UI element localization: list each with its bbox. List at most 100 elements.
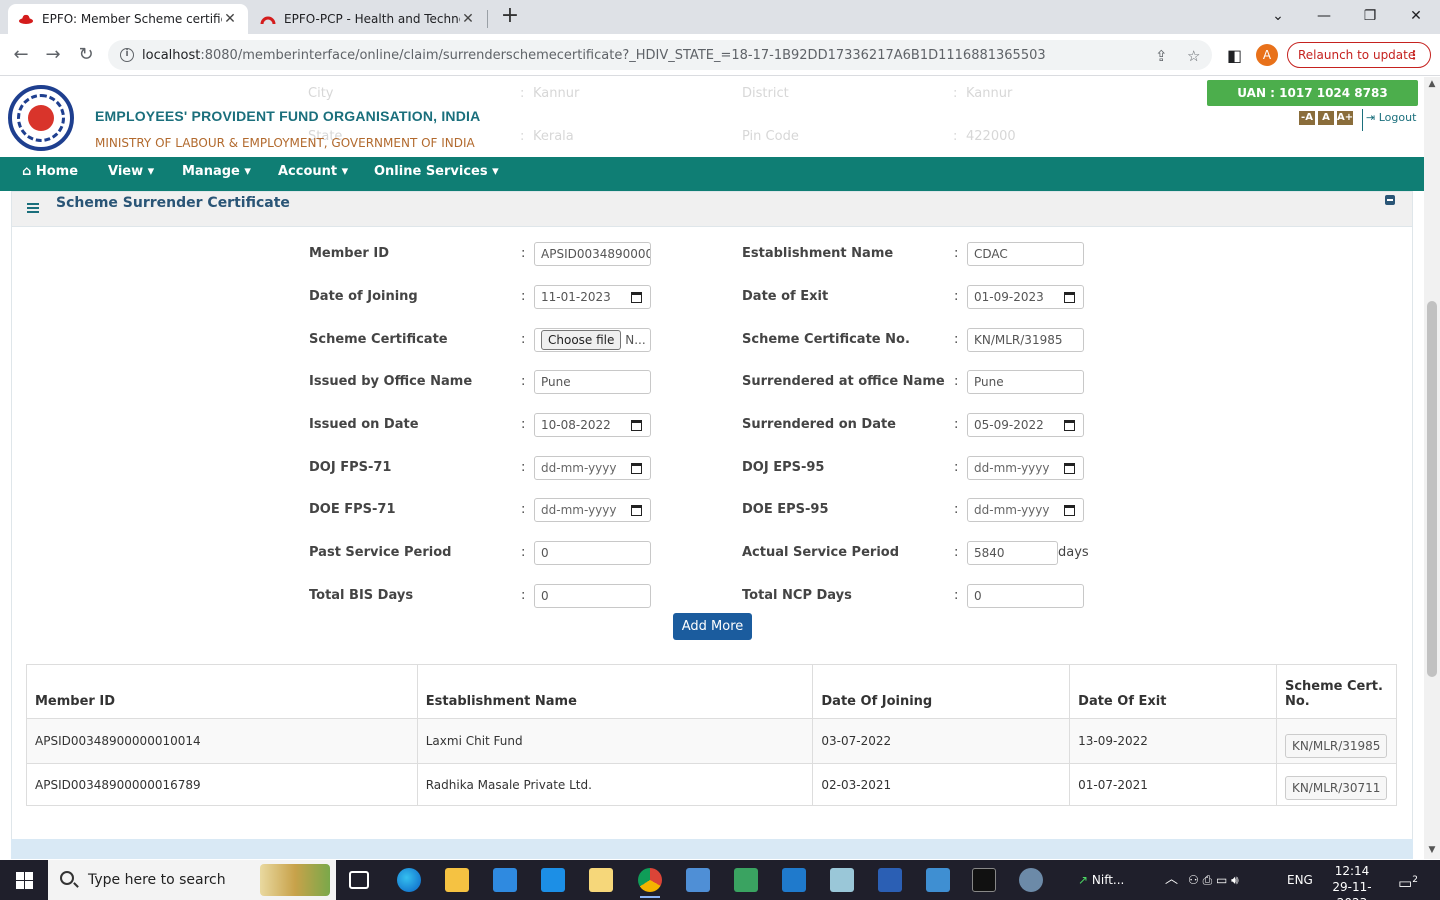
actual-service-input[interactable]: 5840: [967, 541, 1058, 565]
new-tab-icon[interactable]: +: [498, 4, 522, 30]
reload-icon[interactable]: ↻: [73, 42, 99, 68]
mail-icon[interactable]: [541, 868, 565, 892]
edge-icon[interactable]: [397, 868, 421, 892]
doe-fps-date-input[interactable]: dd-mm-yyyy: [534, 498, 651, 522]
cell-establishment: Laxmi Chit Fund: [416, 718, 814, 764]
scheme-certificate-file-input[interactable]: Choose file N...: [534, 328, 651, 352]
scheme-cert-no-field[interactable]: KN/MLR/31985: [1284, 734, 1388, 758]
bis-days-input[interactable]: 0: [534, 584, 651, 608]
logout-link[interactable]: ⇥ Logout: [1366, 111, 1416, 124]
word-icon[interactable]: [878, 868, 902, 892]
scrollbar-thumb[interactable]: [1427, 301, 1437, 677]
nav-manage[interactable]: Manage ▾: [182, 157, 251, 191]
sticky-folder-icon[interactable]: [589, 868, 613, 892]
tray-icons[interactable]: ⚇ ⎙ ▭ 🔊︎: [1188, 860, 1239, 900]
page-scrollbar[interactable]: ▲ ▼: [1424, 77, 1440, 859]
taskbar-search[interactable]: Type here to search: [48, 860, 336, 900]
file-explorer-icon[interactable]: [445, 868, 469, 892]
establishment-name-input[interactable]: CDAC: [967, 242, 1084, 266]
nav-online-services[interactable]: Online Services ▾: [374, 157, 499, 191]
issued-office-input[interactable]: Pune: [534, 370, 651, 394]
notifications-icon[interactable]: ▭2: [1398, 860, 1418, 900]
calendar-icon[interactable]: [1064, 463, 1075, 474]
doe-eps-date-input[interactable]: dd-mm-yyyy: [967, 498, 1084, 522]
surrendered-date-input[interactable]: 05-09-2022: [967, 413, 1084, 437]
vscode-icon[interactable]: [782, 868, 806, 892]
surrendered-office-input[interactable]: Pune: [967, 370, 1084, 394]
terminal-icon[interactable]: [972, 868, 996, 892]
doj-eps-date-input[interactable]: dd-mm-yyyy: [967, 456, 1084, 480]
doj-fps-date-input[interactable]: dd-mm-yyyy: [534, 456, 651, 480]
scroll-down-icon[interactable]: ▼: [1424, 845, 1440, 855]
windows-start-icon[interactable]: [0, 860, 48, 900]
tab-epfo-member[interactable]: EPFO: Member Scheme certificat ✕: [8, 4, 248, 34]
close-tab-icon[interactable]: ✕: [460, 11, 476, 27]
panel-header: Scheme Surrender Certificate: [12, 192, 1412, 227]
calendar-icon[interactable]: [631, 420, 642, 431]
colon: :: [954, 460, 959, 475]
minimize-icon[interactable]: —: [1302, 4, 1346, 28]
calendar-icon[interactable]: [631, 463, 642, 474]
calendar-icon[interactable]: [631, 505, 642, 516]
stock-widget[interactable]: ↗ Nift...: [1078, 860, 1124, 900]
table-row: APSID00348900000010014 Laxmi Chit Fund 0…: [26, 718, 1398, 764]
tab-epfo-pcp[interactable]: EPFO-PCP - Health and Technolo ✕: [250, 4, 486, 34]
doe-date-input[interactable]: 01-09-2023: [967, 285, 1084, 309]
calendar-icon[interactable]: [631, 292, 642, 303]
bookmark-star-icon[interactable]: ☆: [1187, 47, 1200, 65]
cube-app-icon[interactable]: [686, 868, 710, 892]
chrome-icon[interactable]: [638, 868, 662, 898]
back-arrow-icon[interactable]: ←: [8, 42, 34, 68]
collapse-icon[interactable]: [1385, 195, 1395, 205]
scheme-cert-no-field[interactable]: KN/MLR/30711: [1284, 775, 1388, 800]
col-member-id: Member ID: [26, 664, 418, 719]
caret-down-icon: ▾: [147, 164, 155, 179]
scroll-up-icon[interactable]: ▲: [1424, 79, 1440, 89]
ncp-days-input[interactable]: 0: [967, 584, 1084, 608]
tab-search-icon[interactable]: ⌄: [1256, 4, 1300, 28]
forward-arrow-icon[interactable]: →: [40, 42, 66, 68]
address-bar[interactable]: i localhost:8080/memberinterface/online/…: [108, 40, 1212, 70]
divider: [1362, 109, 1363, 131]
issued-date-input[interactable]: 10-08-2022: [534, 413, 651, 437]
nav-account[interactable]: Account ▾: [278, 157, 348, 191]
menu-icon[interactable]: [27, 203, 39, 213]
taskbar-clock[interactable]: 12:14 29-11-2023: [1322, 863, 1382, 900]
close-window-icon[interactable]: ✕: [1394, 4, 1438, 28]
notepad-icon[interactable]: [830, 868, 854, 892]
calendar-icon[interactable]: [1064, 505, 1075, 516]
media-app-icon[interactable]: [734, 868, 758, 892]
add-more-button[interactable]: Add More: [673, 613, 752, 640]
task-view-icon[interactable]: [349, 871, 369, 889]
fish-app-icon[interactable]: [1019, 868, 1043, 892]
choose-file-button[interactable]: Choose file: [541, 330, 622, 350]
share-icon[interactable]: ⇪: [1155, 47, 1168, 65]
tray-chevron-icon[interactable]: ︿: [1165, 860, 1178, 900]
store-icon[interactable]: [493, 868, 517, 892]
restore-icon[interactable]: ❐: [1348, 4, 1392, 28]
site-info-icon[interactable]: i: [120, 48, 134, 62]
past-service-input[interactable]: 0: [534, 541, 651, 565]
nav-view[interactable]: View ▾: [108, 157, 154, 191]
font-decrease-button[interactable]: -A: [1299, 111, 1315, 125]
doe-eps-label: DOE EPS-95: [742, 502, 829, 517]
scheme-certificate-no-input[interactable]: KN/MLR/31985: [967, 328, 1084, 352]
cell-establishment: Radhika Masale Private Ltd.: [416, 763, 814, 806]
colon: :: [521, 246, 526, 261]
ghost-colon: :: [520, 129, 525, 144]
font-increase-button[interactable]: A+: [1337, 111, 1353, 125]
nav-home[interactable]: ⌂ Home: [22, 157, 78, 191]
cell-scheme-cert: KN/MLR/31985: [1275, 718, 1398, 764]
more-menu-icon[interactable]: ⋮: [1408, 43, 1420, 67]
remote-desktop-icon[interactable]: [926, 868, 950, 892]
profile-avatar[interactable]: A: [1256, 44, 1278, 66]
doj-date-input[interactable]: 11-01-2023: [534, 285, 651, 309]
calendar-icon[interactable]: [1064, 292, 1075, 303]
side-panel-icon[interactable]: ◧: [1227, 46, 1242, 65]
member-id-input[interactable]: APSID00348900000: [534, 242, 651, 266]
calendar-icon[interactable]: [1064, 420, 1075, 431]
close-tab-icon[interactable]: ✕: [222, 11, 238, 27]
font-normal-button[interactable]: A: [1318, 111, 1334, 125]
language-indicator[interactable]: ENG: [1287, 860, 1313, 900]
relaunch-button[interactable]: Relaunch to update ⋮: [1287, 42, 1431, 68]
